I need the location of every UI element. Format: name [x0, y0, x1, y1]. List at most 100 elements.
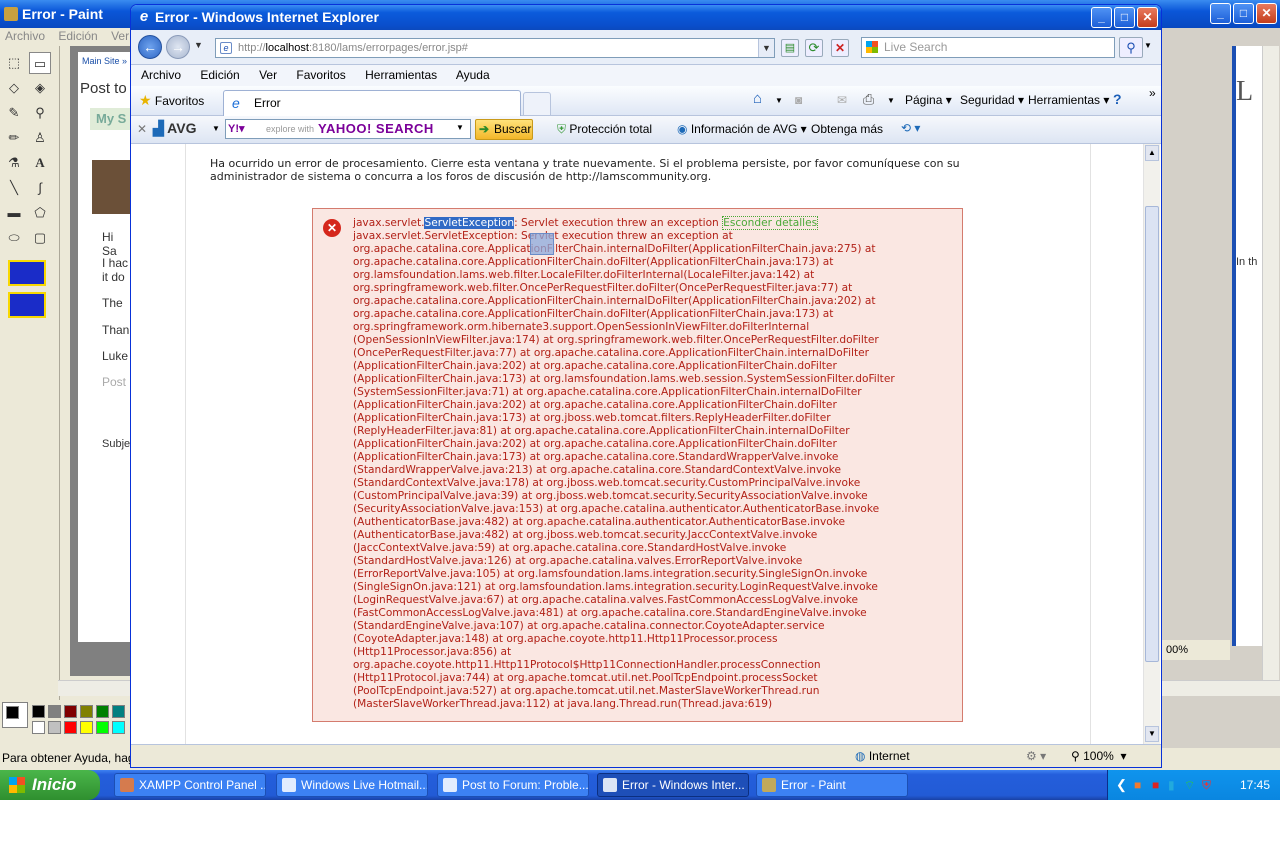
- chevron-more-icon[interactable]: »: [1149, 86, 1156, 100]
- url-dropdown-icon[interactable]: ▼: [758, 39, 774, 57]
- menu-favoritos[interactable]: Favoritos: [296, 68, 345, 82]
- color-swatch[interactable]: [32, 705, 45, 718]
- start-button[interactable]: Inicio: [0, 770, 100, 800]
- paint-vertical-scrollbar[interactable]: [1262, 46, 1279, 680]
- forward-icon[interactable]: →: [166, 35, 190, 59]
- tool-option-2-icon[interactable]: [8, 292, 46, 318]
- yahoo-dropdown-icon[interactable]: ▼: [456, 123, 464, 132]
- avg-close-icon[interactable]: ✕: [137, 122, 147, 136]
- foreground-color-swatch[interactable]: [6, 706, 19, 719]
- task-error-paint[interactable]: Error - Paint: [756, 773, 908, 797]
- menu-archivo[interactable]: Archivo: [141, 68, 181, 82]
- hide-details-link[interactable]: Esconder detalles: [722, 216, 819, 230]
- color-swatch[interactable]: [48, 721, 61, 734]
- curve-icon[interactable]: ∫: [29, 177, 51, 199]
- print-dropdown-icon[interactable]: ▼: [887, 96, 895, 105]
- fill-icon[interactable]: ◈: [29, 77, 51, 99]
- url-input[interactable]: e http://localhost:8180/lams/errorpages/…: [215, 38, 775, 58]
- avg-dropdown-icon[interactable]: ▼: [212, 124, 220, 133]
- stop-icon[interactable]: ✕: [831, 39, 849, 57]
- obtenga-mas-button[interactable]: Obtenga más: [811, 122, 883, 136]
- color-swatch[interactable]: [96, 705, 109, 718]
- feeds-icon[interactable]: ◙: [795, 93, 802, 107]
- info-avg-button[interactable]: ◉ Información de AVG ▾: [677, 122, 807, 136]
- paint-close-button[interactable]: ✕: [1256, 3, 1277, 24]
- rect-select-icon[interactable]: ▭: [29, 52, 51, 74]
- favorites-button[interactable]: ★ Favoritos: [139, 92, 204, 109]
- new-tab-button[interactable]: [523, 92, 551, 116]
- tray-battery-icon[interactable]: ▮: [1168, 770, 1175, 800]
- search-icon[interactable]: ⚲: [1119, 37, 1143, 58]
- protected-mode-icon[interactable]: ⚙ ▾: [1026, 745, 1046, 767]
- color-swatch[interactable]: [112, 705, 125, 718]
- paint-maximize-button[interactable]: □: [1233, 3, 1254, 24]
- menu-ayuda[interactable]: Ayuda: [456, 68, 490, 82]
- tab-error[interactable]: e Error: [223, 90, 521, 116]
- avg-brand[interactable]: ▟ AVG: [153, 120, 196, 137]
- color-swatch[interactable]: [80, 705, 93, 718]
- paint-menu-archivo[interactable]: Archivo: [5, 29, 45, 43]
- seguridad-menu[interactable]: Seguridad ▾: [960, 93, 1024, 107]
- ellipse-icon[interactable]: ⬭: [3, 227, 25, 249]
- color-swatch[interactable]: [112, 721, 125, 734]
- ie-maximize-button[interactable]: □: [1114, 7, 1135, 28]
- eraser-icon[interactable]: ◇: [3, 77, 25, 99]
- error-selected-text[interactable]: ServletException: [424, 217, 515, 229]
- refresh-icon[interactable]: ⟳: [805, 39, 823, 57]
- color-swatch[interactable]: [64, 705, 77, 718]
- menu-edicion[interactable]: Edición: [200, 68, 239, 82]
- history-dropdown-icon[interactable]: ▼: [194, 40, 203, 50]
- rounded-rect-icon[interactable]: ▢: [29, 227, 51, 249]
- menu-ver[interactable]: Ver: [259, 68, 277, 82]
- mail-icon[interactable]: ✉: [837, 93, 847, 107]
- brush-icon[interactable]: ♙: [29, 127, 51, 149]
- task-post-to-forum[interactable]: Post to Forum: Proble...: [437, 773, 589, 797]
- tray-avg-icon[interactable]: ■: [1152, 770, 1159, 800]
- text-icon[interactable]: A: [29, 152, 51, 174]
- line-icon[interactable]: ╲: [3, 177, 25, 199]
- tray-xampp-icon[interactable]: ■: [1134, 770, 1141, 800]
- tray-expand-icon[interactable]: ❮: [1116, 770, 1127, 800]
- proteccion-total-button[interactable]: ⛨ Protección total: [557, 122, 652, 137]
- rectangle-icon[interactable]: ▬: [3, 202, 25, 224]
- color-swatch[interactable]: [96, 721, 109, 734]
- yahoo-search-input[interactable]: Y!▾ explore with YAHOO! SEARCH ▼: [225, 119, 471, 139]
- scroll-up-icon[interactable]: ▲: [1145, 145, 1159, 161]
- task-error-ie[interactable]: Error - Windows Inter...: [597, 773, 749, 797]
- print-icon[interactable]: ⎙: [863, 91, 874, 108]
- tool-option-1-icon[interactable]: [8, 260, 46, 286]
- magnifier-icon[interactable]: ⚲: [29, 102, 51, 124]
- home-icon[interactable]: ⌂: [753, 90, 762, 107]
- free-select-icon[interactable]: ⬚: [3, 52, 25, 74]
- task-hotmail[interactable]: Windows Live Hotmail...: [276, 773, 428, 797]
- color-swatch[interactable]: [80, 721, 93, 734]
- menu-herramientas[interactable]: Herramientas: [365, 68, 437, 82]
- scroll-down-icon[interactable]: ▼: [1145, 726, 1159, 742]
- buscar-button[interactable]: ➔ Buscar: [475, 119, 533, 140]
- search-options-icon[interactable]: ▼: [1144, 41, 1152, 50]
- color-swatch[interactable]: [64, 721, 77, 734]
- ie-close-button[interactable]: ✕: [1137, 7, 1158, 28]
- avg-refresh-icon[interactable]: ⟲ ▾: [901, 121, 920, 135]
- color-swatch[interactable]: [48, 705, 61, 718]
- compatibility-icon[interactable]: ▤: [781, 39, 799, 57]
- polygon-icon[interactable]: ⬠: [29, 202, 51, 224]
- paint-menu-edicion[interactable]: Edición: [58, 29, 97, 43]
- scroll-thumb[interactable]: [1145, 206, 1159, 662]
- tray-shield-icon[interactable]: ⛨: [1202, 770, 1211, 800]
- live-search-input[interactable]: Live Search: [861, 37, 1115, 58]
- clock[interactable]: 17:45: [1240, 770, 1270, 800]
- paint-menu-ver[interactable]: Ver: [111, 29, 129, 43]
- herramientas-menu[interactable]: Herramientas ▾: [1028, 93, 1109, 107]
- help-icon[interactable]: ?: [1113, 91, 1122, 107]
- back-icon[interactable]: ←: [138, 35, 162, 59]
- paint-minimize-button[interactable]: _: [1210, 3, 1231, 24]
- pagina-menu[interactable]: Página ▾: [905, 93, 952, 107]
- picker-icon[interactable]: ✎: [3, 102, 25, 124]
- zoom-control[interactable]: ⚲ 100% ▾: [1071, 745, 1127, 767]
- tray-wifi-icon[interactable]: ⌔: [1184, 770, 1195, 800]
- ie-title-bar[interactable]: e Error - Windows Internet Explorer _ □ …: [131, 5, 1161, 30]
- task-xampp[interactable]: XAMPP Control Panel ...: [114, 773, 266, 797]
- home-dropdown-icon[interactable]: ▼: [775, 96, 783, 105]
- ie-minimize-button[interactable]: _: [1091, 7, 1112, 28]
